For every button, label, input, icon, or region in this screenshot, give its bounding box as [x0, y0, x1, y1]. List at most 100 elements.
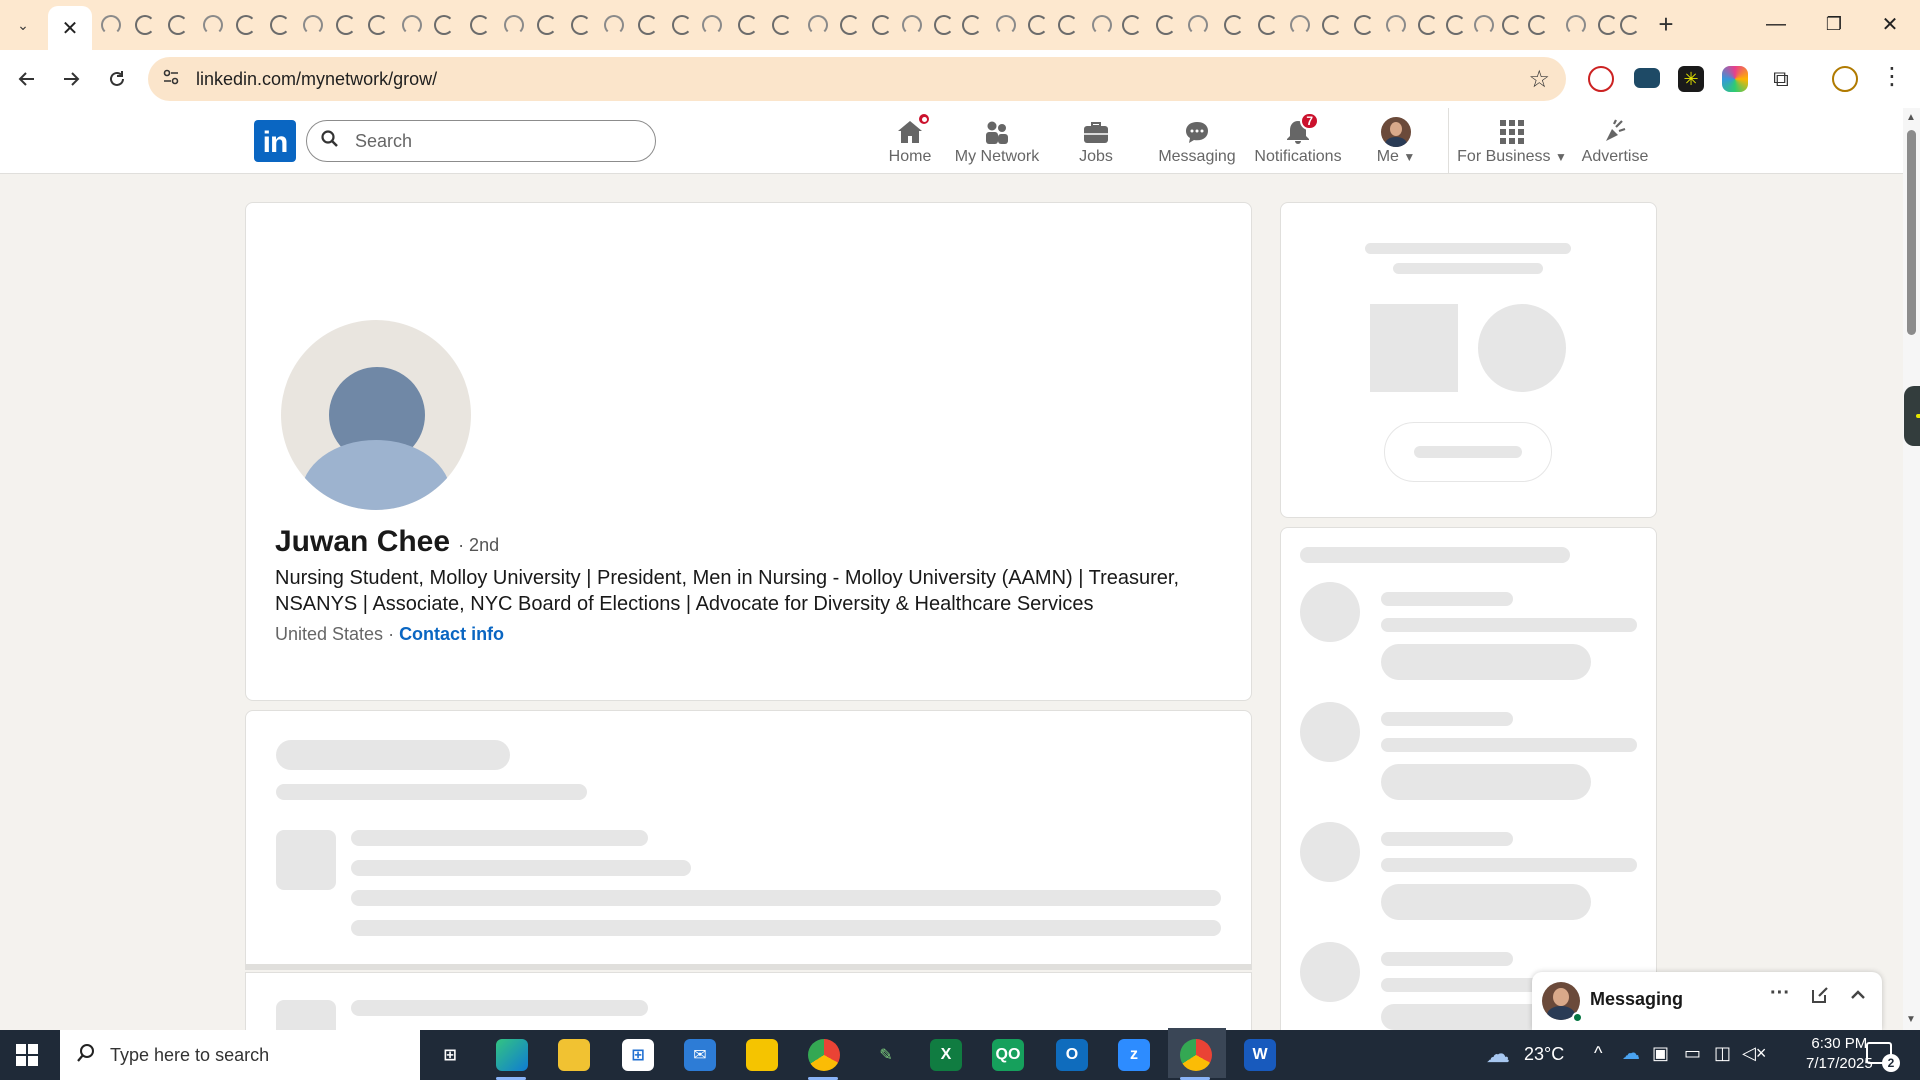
tab-favicon-icon[interactable] — [1156, 15, 1176, 35]
windows-start-icon[interactable] — [16, 1044, 38, 1066]
tab-favicon-icon[interactable] — [236, 15, 256, 35]
tab-favicon-icon[interactable] — [1528, 15, 1548, 35]
tab-favicon-icon[interactable] — [270, 15, 290, 35]
chevron-up-icon[interactable] — [1844, 986, 1872, 1010]
active-tab[interactable]: ✕ — [48, 6, 92, 50]
tab-favicon-icon[interactable] — [772, 15, 792, 35]
microsoft-store-icon[interactable]: ⊞ — [622, 1039, 654, 1071]
tab-favicon-icon[interactable] — [808, 15, 828, 35]
outlook-icon[interactable]: O — [1056, 1039, 1088, 1071]
tab-favicon-icon[interactable] — [336, 15, 356, 35]
tab-favicon-icon[interactable] — [571, 15, 591, 35]
page-scrollbar[interactable]: ▲ ▼ — [1903, 108, 1920, 1030]
new-tab-button[interactable]: + — [1651, 9, 1681, 40]
file-explorer-icon[interactable] — [558, 1039, 590, 1071]
search-input[interactable] — [355, 130, 635, 152]
weather-cloud-icon[interactable]: ☁ — [1486, 1040, 1510, 1069]
tab-favicon-icon[interactable] — [168, 15, 188, 35]
contact-info-link[interactable]: Contact info — [399, 624, 504, 644]
mail-icon[interactable]: ✉ — [684, 1039, 716, 1071]
minimize-button[interactable]: — — [1748, 8, 1804, 40]
taskbar-clock[interactable]: 6:30 PM 7/17/2025 — [1806, 1034, 1873, 1074]
tab-favicon-icon[interactable] — [638, 15, 658, 35]
tab-favicon-icon[interactable] — [1092, 15, 1112, 35]
tab-favicon-icon[interactable] — [470, 15, 490, 35]
tab-favicon-icon[interactable] — [1188, 15, 1208, 35]
tab-favicon-icon[interactable] — [1322, 15, 1342, 35]
compose-message-icon[interactable] — [1806, 986, 1834, 1010]
chrome-icon[interactable] — [1180, 1039, 1212, 1071]
tab-favicon-icon[interactable] — [934, 15, 954, 35]
back-arrow-icon[interactable] — [12, 64, 42, 94]
tab-favicon-icon[interactable] — [1058, 15, 1078, 35]
scroll-up-arrow-icon[interactable]: ▲ — [1906, 112, 1916, 123]
pokeball-extension-icon[interactable] — [1588, 66, 1614, 92]
edge-browser-icon[interactable] — [496, 1039, 528, 1071]
temperature-text[interactable]: 23°C — [1524, 1044, 1564, 1065]
linkedin-logo[interactable]: in — [254, 120, 296, 162]
task-view-icon[interactable]: ⊞ — [434, 1039, 466, 1071]
tab-favicon-icon[interactable] — [1418, 15, 1438, 35]
sparkle-extension-icon[interactable]: ✳ — [1678, 66, 1704, 92]
forward-arrow-icon[interactable] — [56, 64, 86, 94]
word-icon[interactable]: W — [1244, 1039, 1276, 1071]
tab-favicon-icon[interactable] — [1446, 15, 1466, 35]
volume-muted-icon[interactable]: ◁× — [1742, 1043, 1766, 1064]
tab-favicon-icon[interactable] — [1386, 15, 1406, 35]
qo-app-icon[interactable]: QO — [992, 1039, 1024, 1071]
tab-favicon-icon[interactable] — [402, 15, 422, 35]
zoom-icon[interactable]: z — [1118, 1039, 1150, 1071]
close-window-button[interactable]: ✕ — [1862, 8, 1918, 40]
nav-advertise[interactable]: Advertise — [1574, 108, 1656, 174]
folder-extension-icon[interactable] — [1634, 68, 1660, 88]
nav-jobs[interactable]: Jobs — [1058, 108, 1134, 174]
tab-favicon-icon[interactable] — [872, 15, 892, 35]
tab-favicon-icon[interactable] — [504, 15, 524, 35]
tab-favicon-icon[interactable] — [1474, 15, 1494, 35]
tab-favicon-icon[interactable] — [672, 15, 692, 35]
search-box[interactable] — [306, 120, 656, 162]
pen-app-icon[interactable]: ✎ — [870, 1039, 902, 1071]
tab-favicon-icon[interactable] — [1354, 15, 1374, 35]
onedrive-cloud-icon[interactable]: ☁ — [1622, 1043, 1640, 1064]
tab-favicon-icon[interactable] — [1028, 15, 1048, 35]
tab-favicon-icon[interactable] — [101, 15, 121, 35]
tab-favicon-icon[interactable] — [1598, 15, 1618, 35]
tab-favicon-icon[interactable] — [962, 15, 982, 35]
nav-messaging[interactable]: Messaging — [1154, 108, 1240, 174]
chevron-up-tray-icon[interactable]: ^ — [1594, 1043, 1602, 1064]
messaging-more-icon[interactable]: ··· — [1766, 982, 1794, 1005]
tab-favicon-icon[interactable] — [840, 15, 860, 35]
scrollbar-thumb[interactable] — [1907, 130, 1916, 335]
messaging-title[interactable]: Messaging — [1590, 989, 1683, 1010]
camera-tray-icon[interactable]: ▣ — [1652, 1043, 1669, 1064]
chrome-icon[interactable] — [808, 1039, 840, 1071]
excel-icon[interactable]: X — [930, 1039, 962, 1071]
url-text[interactable]: linkedin.com/mynetwork/grow/ — [196, 69, 437, 90]
tab-favicon-icon[interactable] — [604, 15, 624, 35]
taskbar-search-box[interactable]: Type here to search — [60, 1030, 420, 1080]
side-panel-sparkle-extension[interactable] — [1904, 386, 1920, 446]
tab-favicon-icon[interactable] — [368, 15, 388, 35]
tab-favicon-icon[interactable] — [1122, 15, 1142, 35]
tab-favicon-icon[interactable] — [996, 15, 1016, 35]
maximize-button[interactable]: ❐ — [1806, 8, 1862, 40]
address-bar[interactable]: linkedin.com/mynetwork/grow/ ☆ — [148, 57, 1566, 101]
tab-favicon-icon[interactable] — [434, 15, 454, 35]
tab-favicon-icon[interactable] — [303, 15, 323, 35]
nav-notifications[interactable]: 7 Notifications — [1252, 108, 1344, 174]
tab-favicon-icon[interactable] — [1290, 15, 1310, 35]
tab-favicon-icon[interactable] — [702, 15, 722, 35]
tab-close-icon[interactable]: ✕ — [62, 16, 79, 41]
nav-me[interactable]: Me ▼ — [1358, 108, 1434, 174]
tab-search-dropdown-icon[interactable]: ⌄ — [10, 12, 36, 38]
tab-favicon-icon[interactable] — [135, 15, 155, 35]
sticky-notes-icon[interactable] — [746, 1039, 778, 1071]
battery-icon[interactable]: ▭ — [1684, 1043, 1701, 1064]
messaging-widget[interactable]: Messaging ··· — [1532, 972, 1882, 1030]
tab-favicon-icon[interactable] — [1258, 15, 1278, 35]
extensions-puzzle-icon[interactable]: ⧉ — [1768, 66, 1794, 92]
tab-favicon-icon[interactable] — [537, 15, 557, 35]
nav-my-network[interactable]: My Network — [950, 108, 1044, 174]
profile-photo-placeholder[interactable] — [281, 320, 471, 510]
